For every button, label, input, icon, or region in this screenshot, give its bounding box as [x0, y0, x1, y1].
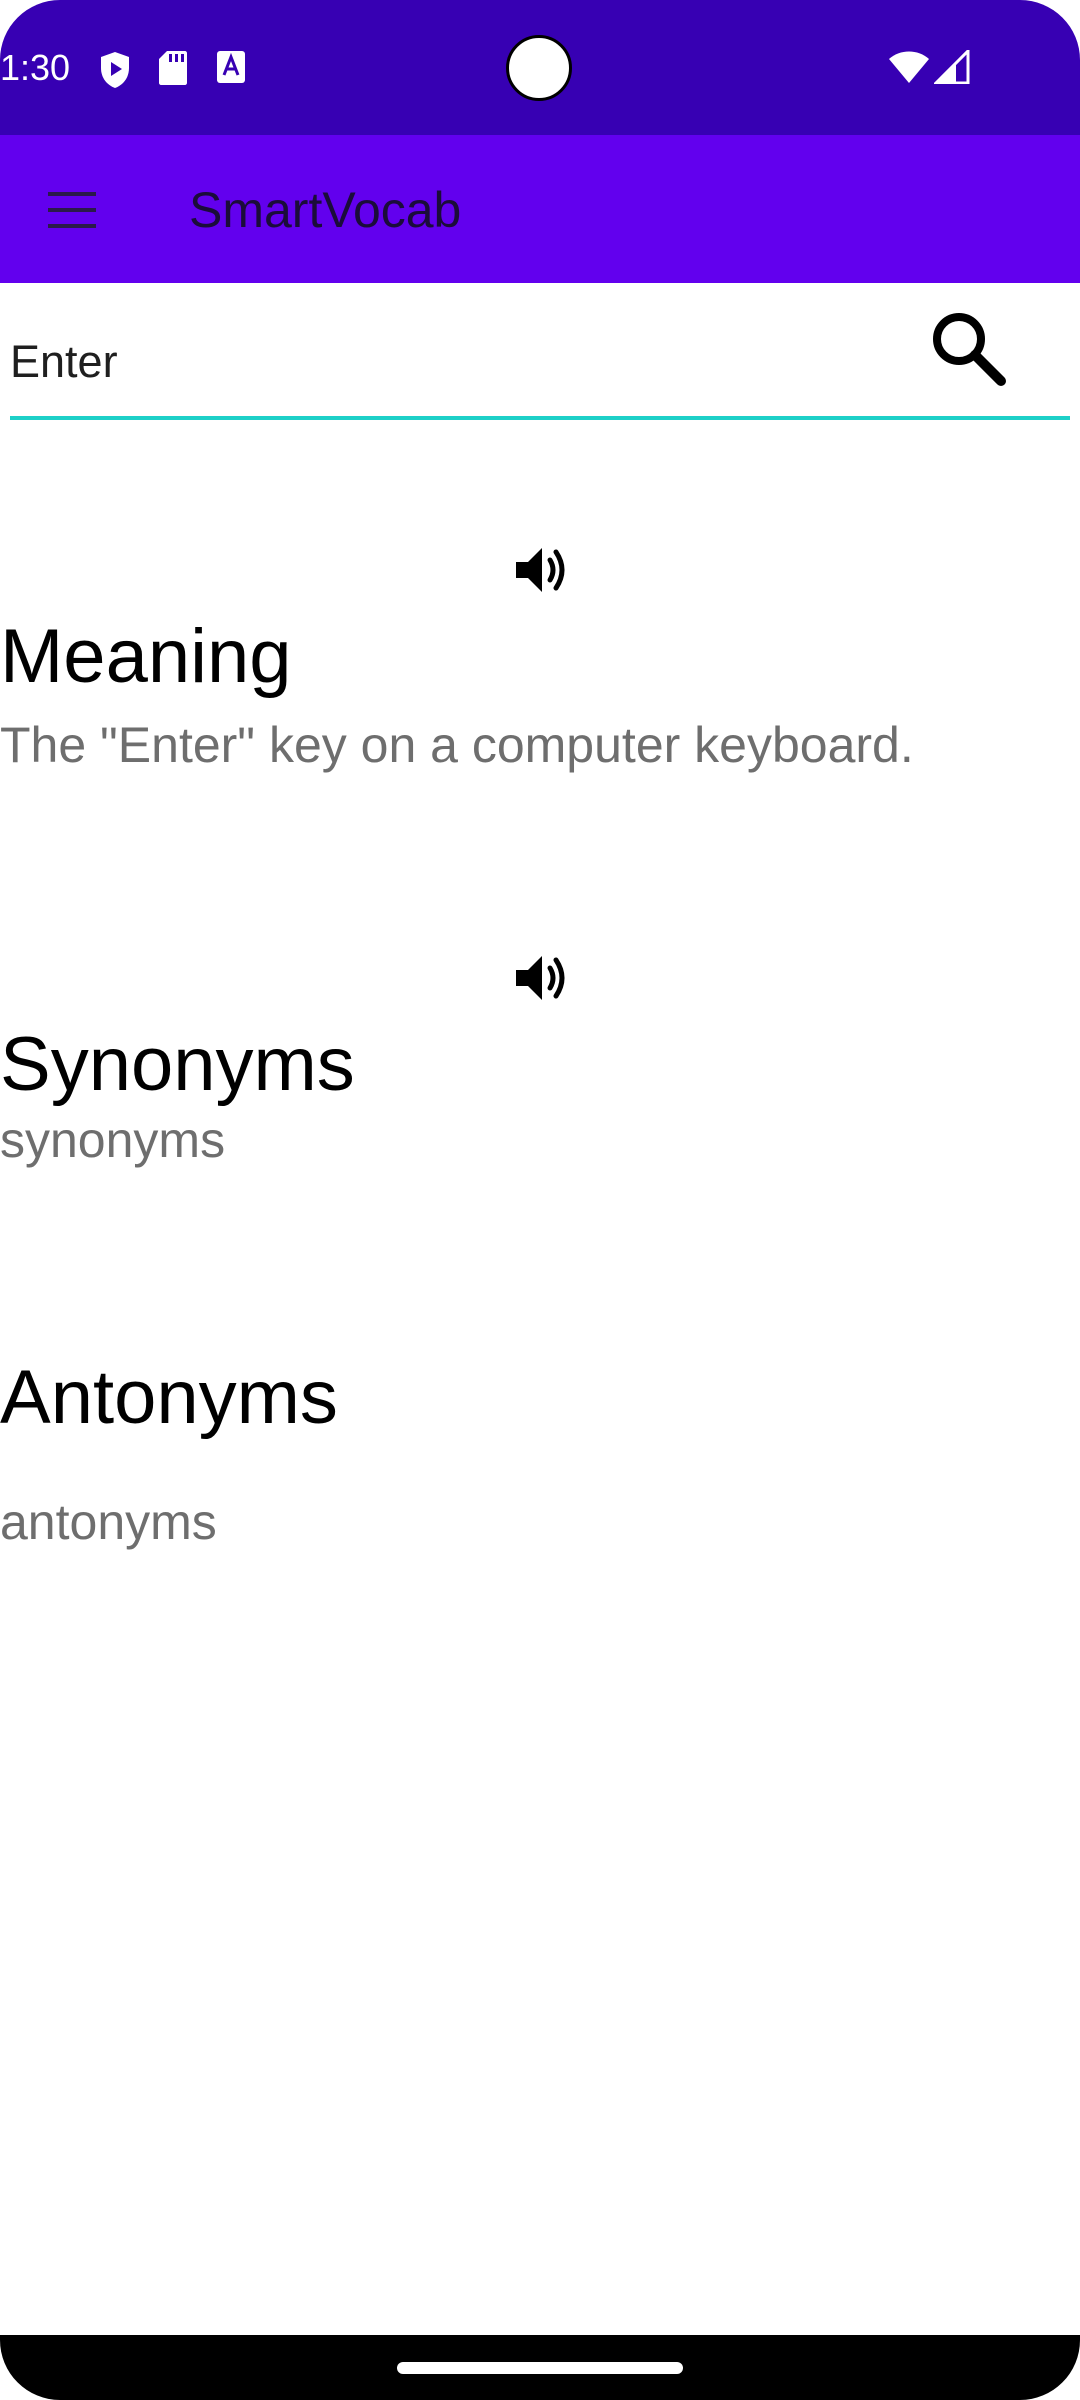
wifi-icon: [889, 51, 929, 83]
hamburger-menu-icon[interactable]: [42, 186, 102, 234]
meaning-speaker-icon[interactable]: [510, 540, 570, 600]
app-title: SmartVocab: [189, 182, 462, 238]
meaning-title: Meaning: [0, 614, 292, 699]
search-underline: [10, 416, 1070, 420]
status-time: 1:30: [0, 47, 71, 88]
synonyms-speaker-icon[interactable]: [510, 948, 570, 1008]
search-input[interactable]: [10, 330, 890, 394]
camera-cutout: [506, 35, 572, 101]
synonyms-text: synonyms: [0, 1112, 226, 1168]
antonyms-title: Antonyms: [0, 1355, 338, 1440]
meaning-text: The "Enter" key on a computer keyboard.: [0, 717, 914, 773]
signal-icon: [934, 50, 970, 84]
home-gesture-handle[interactable]: [397, 2362, 683, 2374]
antonyms-text: antonyms: [0, 1494, 217, 1550]
font-icon: [217, 51, 245, 83]
search-icon[interactable]: [925, 305, 1010, 390]
synonyms-title: Synonyms: [0, 1022, 355, 1107]
play-protect-icon: [101, 52, 129, 88]
toolbar: [0, 135, 1080, 283]
sd-card-icon: [159, 51, 187, 85]
